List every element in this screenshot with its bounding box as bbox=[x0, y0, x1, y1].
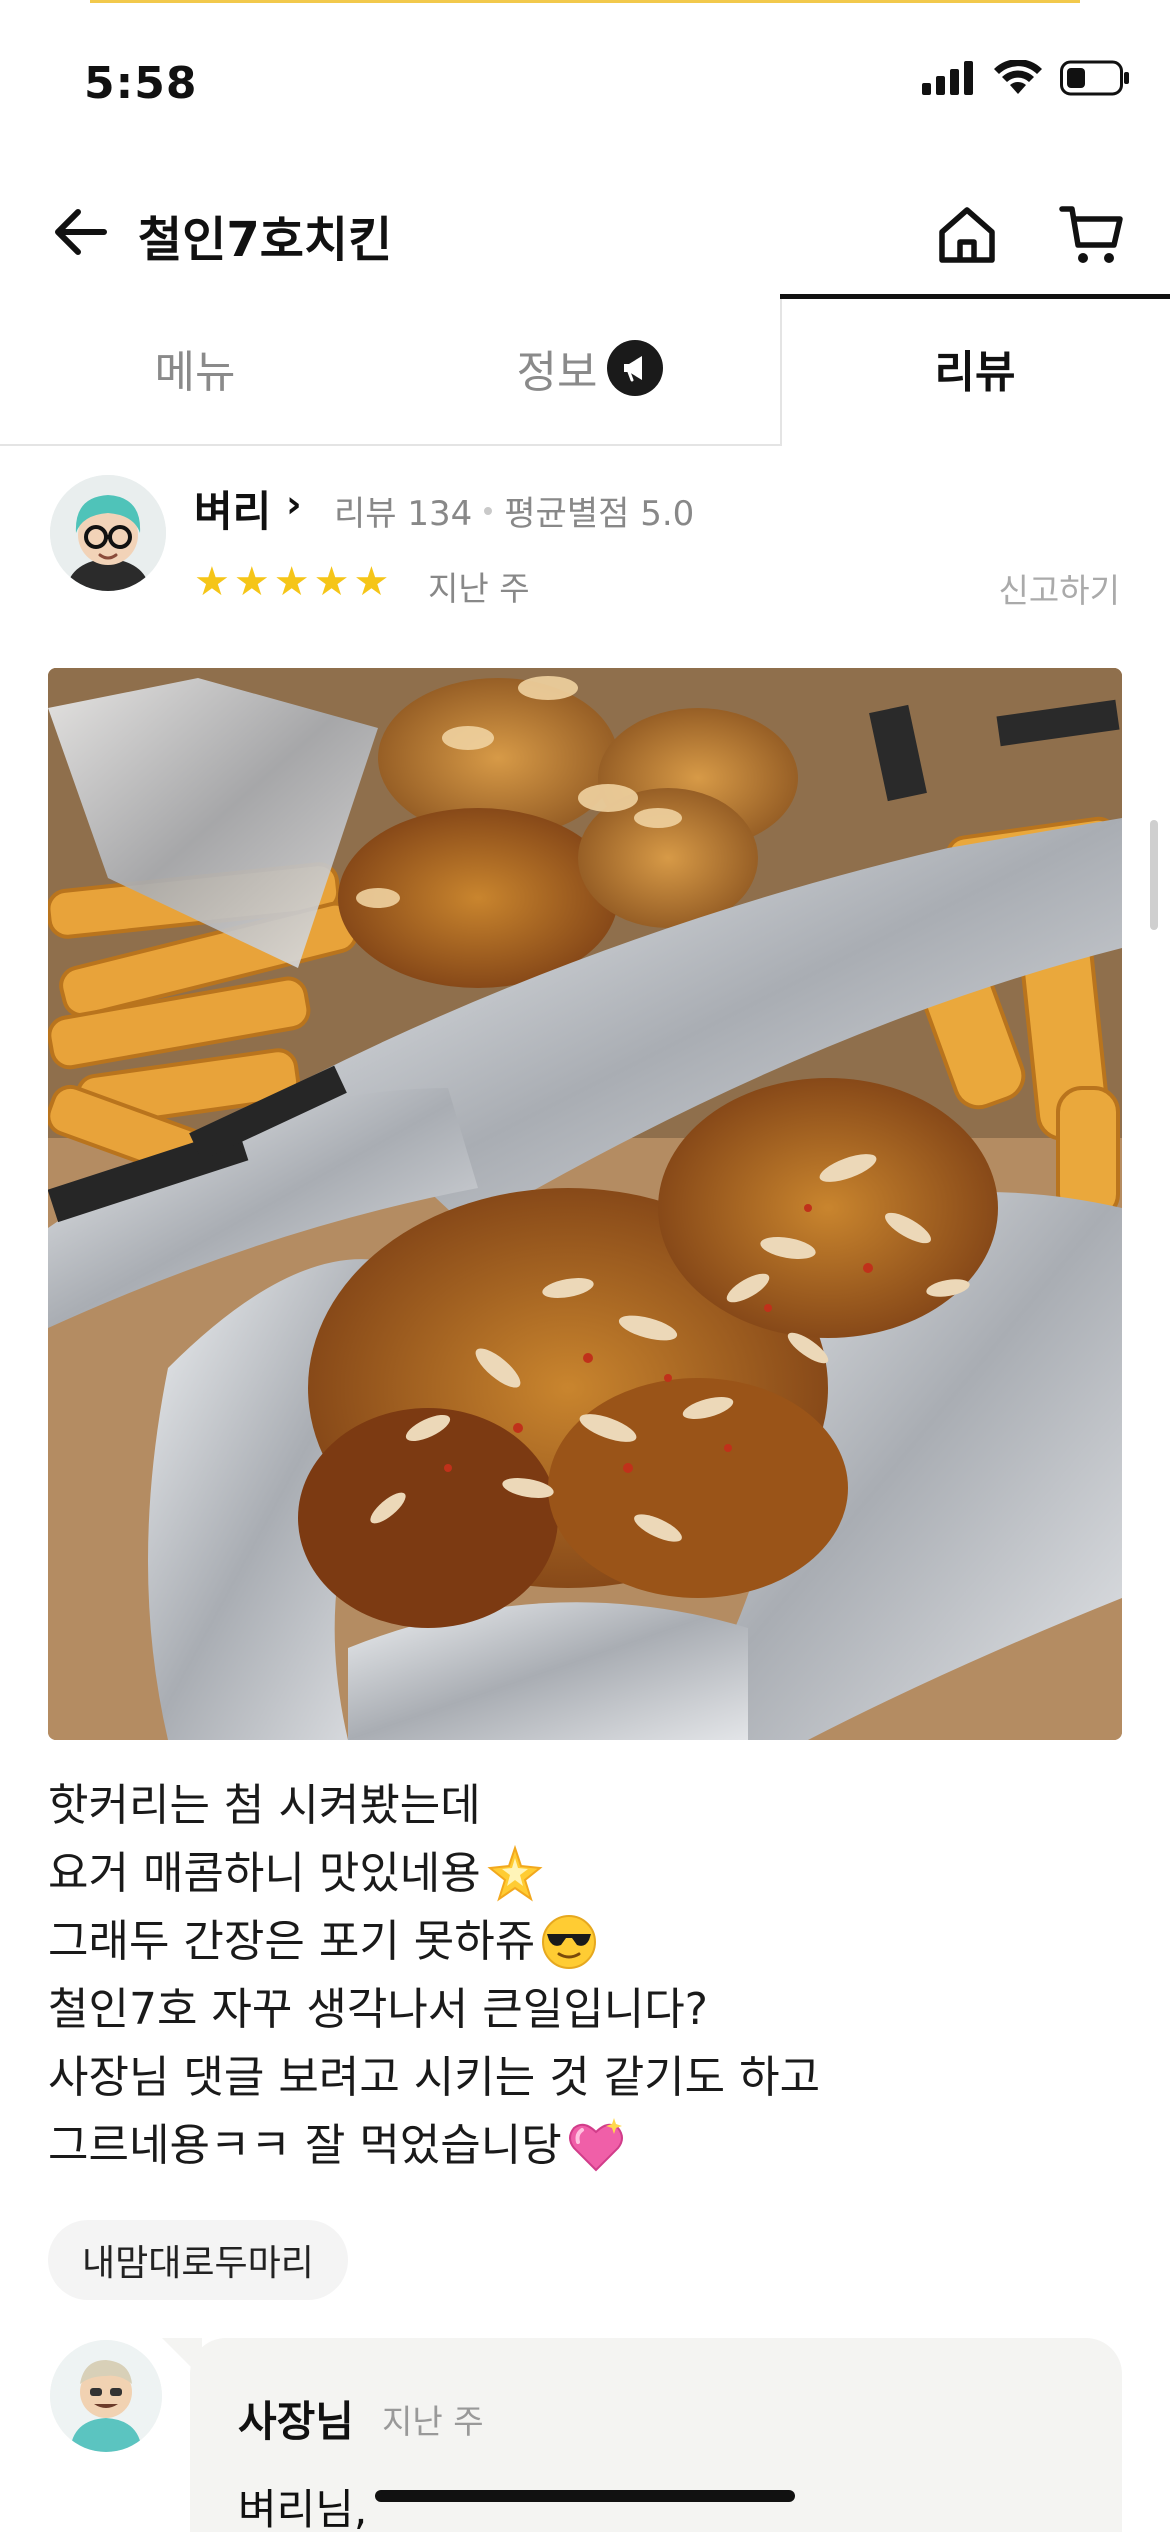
cellular-signal-icon bbox=[922, 61, 973, 95]
status-icons bbox=[922, 60, 1130, 96]
cart-icon bbox=[1059, 206, 1123, 263]
owner-reply-date: 지난 주 bbox=[382, 2402, 484, 2441]
status-time: 5:58 bbox=[84, 58, 198, 109]
store-title: 철인7호치킨 bbox=[138, 212, 393, 268]
review-line-text: 핫커리는 첨 시켜봤는데 bbox=[48, 1780, 481, 1831]
review-line: 사장님 댓글 보려고 시키는 것 같기도 하고 bbox=[48, 2044, 1122, 2112]
reviewer-name[interactable]: 벼리 bbox=[194, 478, 271, 539]
tab-menu[interactable]: 메뉴 bbox=[60, 336, 330, 400]
battery-icon bbox=[1060, 60, 1129, 96]
reviewer-stats: 리뷰 134 평균별점 5.0 bbox=[334, 486, 694, 535]
review-body: 핫커리는 첨 시켜봤는데 요거 매콤하니 맛있네용 그래두 간장은 포기 못하쥬… bbox=[48, 1772, 1122, 2180]
home-indicator[interactable] bbox=[375, 2490, 795, 2502]
average-rating: 평균별점 5.0 bbox=[504, 494, 695, 534]
star-icon: ★ bbox=[194, 559, 230, 605]
review-line-text: 그르네용ㅋㅋ 잘 먹었습니당 bbox=[48, 2120, 562, 2171]
tab-review[interactable]: 리뷰 bbox=[850, 336, 1100, 400]
star-icon: ★ bbox=[313, 559, 350, 605]
back-button[interactable] bbox=[48, 200, 112, 264]
report-link[interactable]: 신고하기 bbox=[999, 564, 1120, 612]
tab-review-label: 리뷰 bbox=[934, 347, 1016, 398]
status-bar: 5:58 bbox=[0, 0, 1170, 160]
sparkle-star-emoji-icon bbox=[487, 1844, 543, 1902]
store-tabs: 메뉴 정보 리뷰 bbox=[0, 294, 1170, 446]
review-line: 철인7호 자꾸 생각나서 큰일입니다? bbox=[48, 1976, 1122, 2044]
tab-info-label: 정보 bbox=[516, 347, 598, 398]
review-line: 요거 매콤하니 맛있네용 bbox=[48, 1840, 1122, 1908]
home-icon bbox=[939, 207, 995, 263]
megaphone-icon bbox=[607, 340, 664, 396]
review-count: 리뷰 134 bbox=[334, 494, 473, 534]
star-icon: ★ bbox=[233, 559, 270, 605]
tab-menu-label: 메뉴 bbox=[154, 347, 236, 398]
star-icon: ★ bbox=[273, 559, 310, 605]
app-header: 철인7호치킨 bbox=[0, 180, 1170, 290]
review-line-text: 사장님 댓글 보려고 시키는 것 같기도 하고 bbox=[48, 2052, 821, 2103]
rating-stars: ★ ★ ★ ★ ★ bbox=[194, 562, 389, 602]
ordered-menu-chip: 내맘대로두마리 bbox=[48, 2220, 348, 2300]
owner-avatar bbox=[50, 2340, 162, 2452]
review-line-text: 요거 매콤하니 맛있네용 bbox=[48, 1848, 481, 1899]
tab-info[interactable]: 정보 bbox=[440, 336, 740, 400]
owner-name: 사장님 bbox=[238, 2397, 354, 2446]
wifi-icon bbox=[994, 60, 1042, 94]
chevron-right-icon[interactable]: › bbox=[286, 482, 302, 526]
meta-separator-dot bbox=[484, 506, 493, 515]
review-line-text: 그래두 간장은 포기 못하쥬 bbox=[48, 1916, 536, 1967]
sparkling-heart-emoji-icon bbox=[568, 2118, 623, 2172]
cart-button[interactable] bbox=[1052, 198, 1132, 272]
star-icon: ★ bbox=[353, 559, 390, 605]
reviewer-avatar[interactable] bbox=[50, 475, 166, 591]
home-button[interactable] bbox=[930, 198, 1004, 272]
review-line: 그래두 간장은 포기 못하쥬 bbox=[48, 1908, 1122, 1976]
scrollbar[interactable] bbox=[1150, 820, 1158, 930]
active-tab-indicator bbox=[780, 294, 1170, 299]
review-line-text: 철인7호 자꾸 생각나서 큰일입니다? bbox=[48, 1984, 709, 2035]
owner-reply-text: 벼리님, bbox=[238, 2485, 368, 2532]
review-photo[interactable] bbox=[48, 668, 1122, 1740]
review-line: 그르네용ㅋㅋ 잘 먹었습니당 bbox=[48, 2112, 1122, 2180]
review-date: 지난 주 bbox=[428, 569, 530, 608]
sunglasses-face-emoji-icon bbox=[542, 1915, 597, 1969]
back-arrow-icon bbox=[55, 209, 107, 255]
review-line: 핫커리는 첨 시켜봤는데 bbox=[48, 1772, 1122, 1840]
